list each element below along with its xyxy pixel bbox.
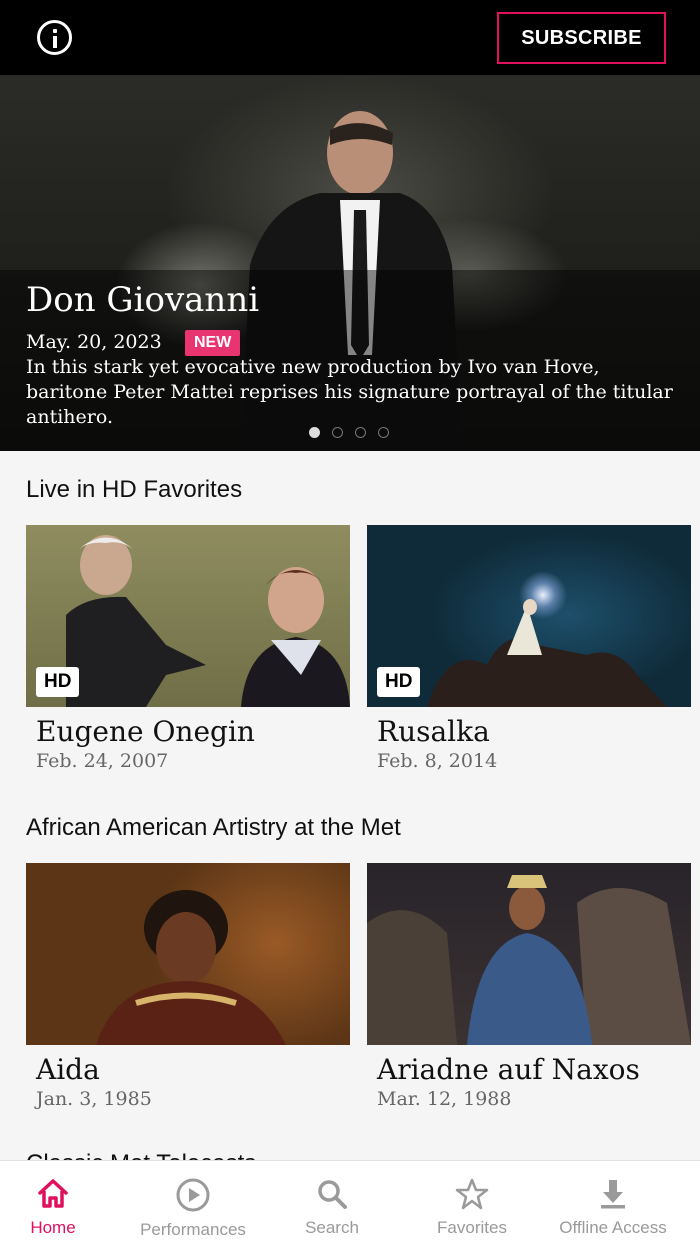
- performance-card[interactable]: HD Rusalka Feb. 8, 2014: [367, 525, 691, 772]
- nav-offline-access[interactable]: Offline Access: [548, 1161, 678, 1244]
- carousel-dot[interactable]: [332, 427, 343, 438]
- hero-banner[interactable]: Don Giovanni May. 20, 2023 NEW In this s…: [0, 75, 700, 451]
- play-circle-icon: [176, 1178, 210, 1212]
- bottom-navigation: Home Performances Search Favorites Offli…: [0, 1160, 700, 1244]
- performance-title: Rusalka: [377, 715, 490, 748]
- carousel-dot[interactable]: [355, 427, 366, 438]
- nav-performances[interactable]: Performances: [130, 1161, 256, 1244]
- hd-badge: HD: [36, 667, 80, 697]
- nav-label: Offline Access: [559, 1218, 667, 1237]
- performance-date: Mar. 12, 1988: [377, 1088, 512, 1110]
- info-icon[interactable]: [37, 20, 72, 55]
- performance-date: Feb. 24, 2007: [36, 750, 169, 772]
- performance-thumbnail[interactable]: [26, 863, 350, 1045]
- carousel-dot[interactable]: [378, 427, 389, 438]
- nav-home[interactable]: Home: [14, 1161, 92, 1244]
- nav-favorites[interactable]: Favorites: [426, 1161, 518, 1244]
- new-badge: NEW: [185, 330, 241, 356]
- performance-image: [96, 890, 286, 1045]
- hero-title: Don Giovanni: [26, 280, 260, 320]
- performance-title: Eugene Onegin: [36, 715, 255, 748]
- performance-title: Aida: [36, 1053, 100, 1086]
- nav-label: Favorites: [437, 1218, 507, 1237]
- nav-label: Home: [30, 1218, 76, 1237]
- section-title: Live in HD Favorites: [26, 476, 243, 503]
- performance-title: Ariadne auf Naxos: [377, 1053, 640, 1086]
- nav-label: Performances: [140, 1220, 246, 1239]
- hero-date: May. 20, 2023: [26, 331, 162, 353]
- performance-image: [367, 875, 691, 1045]
- performance-thumbnail[interactable]: HD: [26, 525, 350, 707]
- performance-card[interactable]: HD Eugene Onegin Feb. 24, 2007: [26, 525, 350, 772]
- carousel-dot[interactable]: [309, 427, 320, 438]
- performance-date: Feb. 8, 2014: [377, 750, 498, 772]
- nav-label: Search: [305, 1218, 359, 1237]
- subscribe-button[interactable]: SUBSCRIBE: [497, 12, 666, 64]
- home-icon: [38, 1179, 68, 1208]
- performance-date: Jan. 3, 1985: [36, 1088, 152, 1110]
- star-icon: [455, 1178, 489, 1210]
- search-icon: [318, 1180, 347, 1209]
- nav-search[interactable]: Search: [292, 1161, 372, 1244]
- carousel-indicator[interactable]: [309, 427, 389, 439]
- performance-thumbnail[interactable]: HD: [367, 525, 691, 707]
- top-bar: SUBSCRIBE: [0, 0, 700, 75]
- performance-card[interactable]: Aida Jan. 3, 1985: [26, 863, 350, 1110]
- download-icon: [601, 1180, 625, 1209]
- section-title: African American Artistry at the Met: [26, 814, 401, 841]
- hd-badge: HD: [377, 667, 421, 697]
- performance-thumbnail[interactable]: [367, 863, 691, 1045]
- performance-card[interactable]: Ariadne auf Naxos Mar. 12, 1988: [367, 863, 691, 1110]
- hero-description: In this stark yet evocative new producti…: [26, 356, 673, 428]
